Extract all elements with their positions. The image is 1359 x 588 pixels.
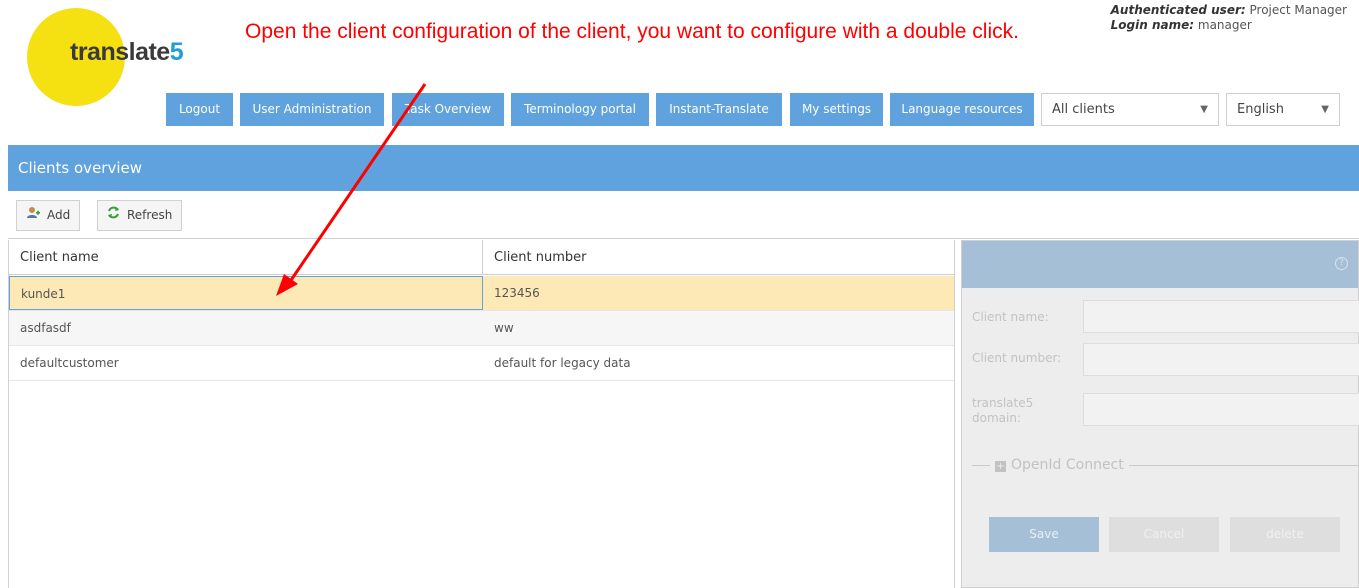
translate5-domain-label: translate5 domain: [972,396,1034,425]
detail-panel-header: ? [962,241,1358,288]
openid-connect-toggle[interactable]: + OpenId Connect [990,454,1129,476]
auth-user-label: Authenticated user: [1110,3,1246,17]
annotation-text: Open the client configuration of the cli… [245,20,1019,43]
client-filter-value: All clients [1052,102,1115,117]
column-header-client-name[interactable]: Client name [9,240,483,274]
language-resources-button[interactable]: Language resources [890,93,1034,126]
client-number-field[interactable] [1083,343,1359,376]
openid-connect-label: OpenId Connect [1011,457,1124,473]
toolbar: Add Refresh [8,191,1359,239]
table-row[interactable]: defaultcustomer default for legacy data [9,346,954,381]
refresh-icon [107,201,120,230]
auth-info: Authenticated user: Project Manager Logi… [1111,3,1347,33]
table-row[interactable]: asdfasdf ww [9,311,954,346]
table-row[interactable]: kunde1 123456 [9,276,954,311]
cell-client-name: asdfasdf [20,321,71,335]
add-button-label: Add [47,208,71,222]
cell-client-name: defaultcustomer [20,356,119,370]
client-name-label: Client name: [972,310,1049,324]
client-name-field[interactable] [1083,300,1359,333]
client-filter-select[interactable]: All clients ▼ [1041,93,1219,126]
client-detail-panel: ? Client name: Client number: translate5… [961,240,1359,588]
my-settings-button[interactable]: My settings [790,93,883,126]
column-header-client-number[interactable]: Client number [483,240,954,274]
task-overview-button[interactable]: Task Overview [392,93,504,126]
add-user-icon [26,201,40,230]
cell-client-number: ww [494,321,514,335]
add-button[interactable]: Add [16,200,81,231]
language-select[interactable]: English ▼ [1226,93,1340,126]
chevron-down-icon: ▼ [1200,104,1208,115]
cell-client-number: default for legacy data [494,356,631,370]
delete-button[interactable]: delete [1230,517,1340,552]
refresh-button-label: Refresh [127,208,173,222]
chevron-down-icon: ▼ [1321,104,1329,115]
terminology-portal-button[interactable]: Terminology portal [511,93,649,126]
language-value: English [1237,102,1284,117]
expand-plus-icon: + [995,461,1006,472]
auth-login-value: manager [1197,18,1252,32]
logout-button[interactable]: Logout [166,93,233,126]
refresh-button[interactable]: Refresh [97,200,183,231]
client-number-label: Client number: [972,351,1062,365]
cell-client-number: 123456 [494,286,540,300]
panel-title: Clients overview [8,145,1359,191]
instant-translate-button[interactable]: Instant-Translate [656,93,782,126]
cancel-button[interactable]: Cancel [1109,517,1219,552]
save-button[interactable]: Save [989,517,1099,552]
user-administration-button[interactable]: User Administration [240,93,384,126]
cell-client-name: kunde1 [9,276,483,310]
logo-text-accent: 5 [169,38,184,66]
clients-grid: Client name Client number kunde1 123456 … [8,240,955,588]
auth-login-label: Login name: [1110,18,1195,32]
grid-header: Client name Client number [9,240,954,275]
auth-user-value: Project Manager [1249,3,1347,17]
translate5-domain-field[interactable] [1083,393,1359,426]
logo-text-main: translate [70,38,170,66]
logo: translate5 [70,38,184,67]
help-icon[interactable]: ? [1335,257,1348,270]
